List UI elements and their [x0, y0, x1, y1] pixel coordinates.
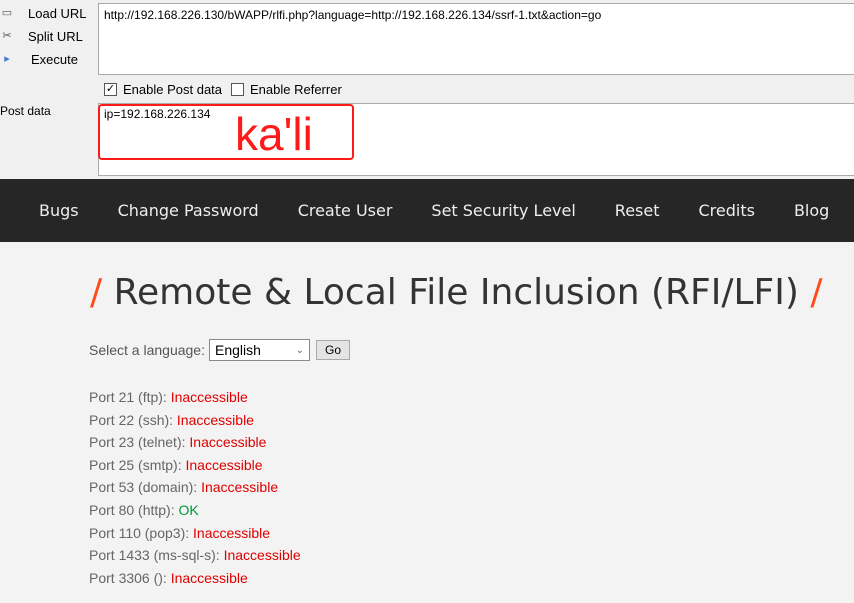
post-data-label: Post data [0, 104, 51, 118]
split-url-button[interactable]: ✂ Split URL [0, 25, 83, 47]
port-status: Inaccessible [170, 389, 248, 405]
port-item: Port 3306 (): Inaccessible [89, 567, 301, 590]
annotation-text: ka'li [235, 108, 313, 160]
port-label: Port 25 (smtp): [89, 456, 182, 473]
language-form: Select a language: English ⌄ Go [89, 339, 350, 361]
port-status: OK [178, 501, 199, 518]
port-item: Port 110 (pop3): Inaccessible [89, 522, 301, 545]
port-status: Inaccessible [189, 434, 267, 451]
port-status: Inaccessible [193, 524, 271, 541]
hackbar: ▭ Load URL ✂ Split URL ▸ Execute http://192… [0, 0, 854, 178]
port-item: Port 1433 (ms-sql-s): Inaccessible [89, 544, 301, 567]
checkbox-box [231, 83, 244, 96]
chevron-down-icon: ⌄ [295, 344, 304, 356]
port-label: Port 22 (ssh): [89, 411, 174, 428]
language-select[interactable]: English ⌄ [208, 339, 310, 361]
port-label: Port 53 (domain): [89, 479, 198, 496]
port-status: Inaccessible [223, 547, 301, 564]
load-icon: ▭ [1, 7, 13, 19]
port-label: Port 23 (telnet): [89, 434, 186, 451]
port-item: Port 23 (telnet): Inaccessible [89, 431, 301, 454]
enable-referrer-checkbox[interactable]: Enable Referrer [231, 82, 342, 97]
execute-button[interactable]: ▸ Execute [0, 48, 78, 70]
port-label: Port 80 (http): [89, 501, 175, 518]
page-title: / Remote & Local File Inclusion (RFI/LFI… [90, 272, 823, 313]
port-label: Port 110 (pop3): [89, 524, 190, 541]
port-item: Port 80 (http): OK [89, 499, 301, 522]
play-icon: ▸ [4, 53, 10, 65]
port-item: Port 53 (domain): Inaccessible [89, 476, 301, 499]
port-label: Port 21 (ftp): [89, 389, 167, 405]
nav-create-user[interactable]: Create User [298, 201, 393, 220]
main-nav: Bugs Change Password Create User Set Sec… [0, 179, 854, 242]
port-label: Port 3306 (): [89, 569, 167, 586]
nav-blog[interactable]: Blog [794, 201, 829, 220]
port-status: Inaccessible [176, 411, 254, 428]
url-input[interactable]: http://192.168.226.130/bWAPP/rlfi.php?la… [98, 3, 854, 75]
nav-reset[interactable]: Reset [615, 201, 660, 220]
go-button[interactable]: Go [315, 340, 350, 360]
nav-change-password[interactable]: Change Password [118, 201, 259, 220]
nav-set-security-level[interactable]: Set Security Level [431, 201, 575, 220]
port-label: Port 1433 (ms-sql-s): [89, 547, 220, 564]
scissors-icon: ✂ [2, 30, 12, 42]
checkmark-icon: ✓ [104, 83, 117, 96]
annotation-rectangle [98, 104, 354, 160]
port-item: Port 22 (ssh): Inaccessible [89, 409, 301, 432]
load-url-button[interactable]: ▭ Load URL [0, 2, 87, 24]
nav-credits[interactable]: Credits [699, 201, 755, 220]
port-status: Inaccessible [170, 569, 248, 586]
port-item: Port 21 (ftp): Inaccessible [89, 386, 301, 409]
port-status: Inaccessible [185, 456, 263, 473]
port-list: Port 21 (ftp): Inaccessible Port 22 (ssh)… [89, 386, 301, 589]
port-item: Port 25 (smtp): Inaccessible [89, 454, 301, 477]
enable-post-checkbox[interactable]: ✓ Enable Post data [104, 82, 222, 97]
port-status: Inaccessible [201, 479, 279, 496]
nav-bugs[interactable]: Bugs [39, 201, 79, 220]
